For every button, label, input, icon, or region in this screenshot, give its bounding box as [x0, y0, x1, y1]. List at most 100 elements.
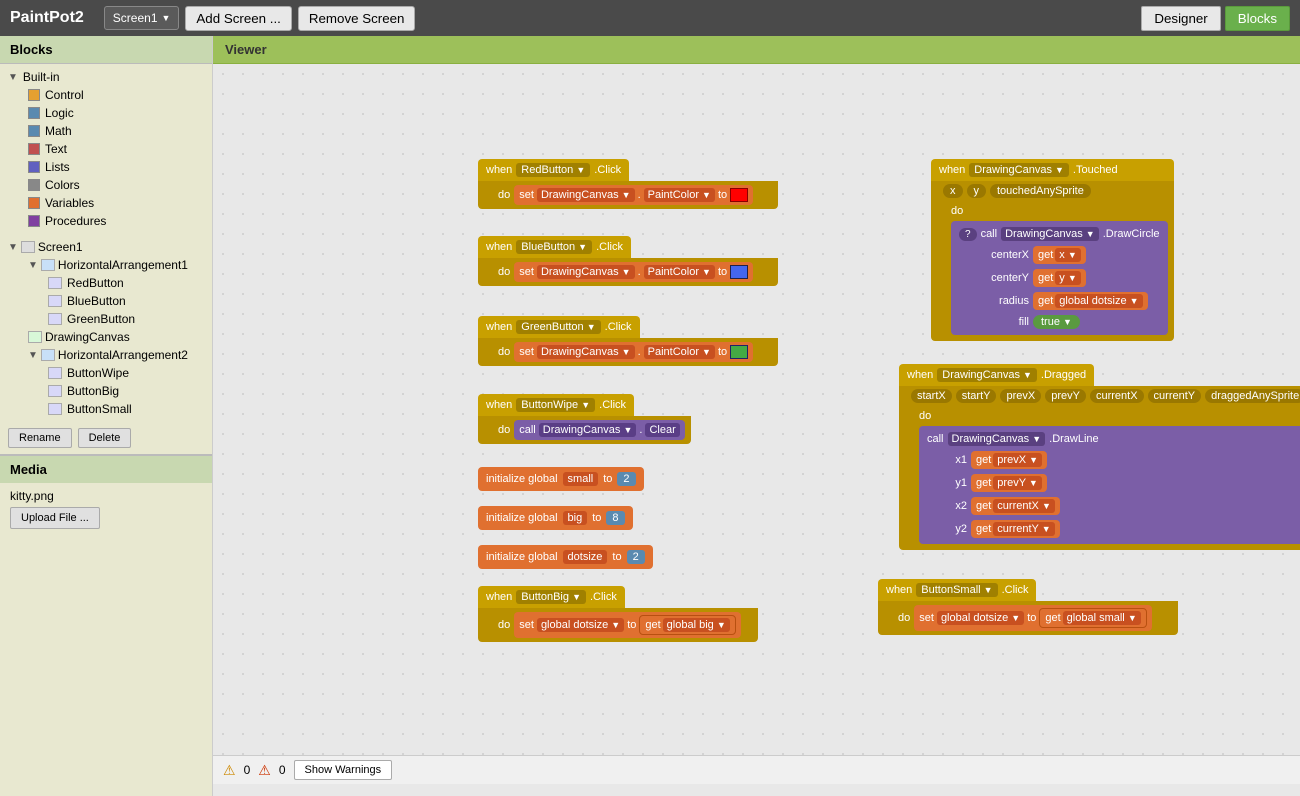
- builtin-items: Control Logic Math Text Lists: [0, 86, 212, 230]
- set-global-dotsize-small[interactable]: set global dotsize ▼ to get global small…: [914, 605, 1151, 631]
- warning-icon-2: ⚠: [258, 762, 271, 779]
- when-label: when: [486, 164, 512, 176]
- set-drawing-canvas-3[interactable]: set DrawingCanvas ▼ . PaintColor ▼ to: [514, 342, 753, 362]
- ha2-children: ButtonWipe ButtonBig ButtonSmall: [20, 364, 212, 418]
- drawing-canvas-item[interactable]: DrawingCanvas: [20, 328, 212, 346]
- button-small-label: ButtonSmall: [67, 402, 132, 416]
- blocks-canvas[interactable]: when RedButton ▼ .Click do set DrawingCa…: [213, 64, 1300, 784]
- upload-button[interactable]: Upload File ...: [10, 507, 100, 529]
- button-small-click-block[interactable]: when ButtonSmall ▼ .Click do set global …: [878, 579, 1178, 635]
- colors-item[interactable]: Colors: [20, 176, 212, 194]
- procedures-item[interactable]: Procedures: [20, 212, 212, 230]
- button-wipe-click-block[interactable]: when ButtonWipe ▼ .Click do call Drawing…: [478, 394, 691, 444]
- red-button-label: RedButton: [67, 276, 124, 290]
- builtin-toggle[interactable]: ▼ Built-in: [0, 68, 212, 86]
- blocks-button[interactable]: Blocks: [1225, 6, 1290, 31]
- warning-bar: ⚠ 0 ⚠ 0 Show Warnings: [213, 755, 1300, 784]
- call-draw-line[interactable]: call DrawingCanvas ▼ .DrawLine x1 get pr…: [919, 426, 1300, 544]
- show-warnings-button[interactable]: Show Warnings: [294, 760, 393, 780]
- screen-label: Screen1: [113, 11, 158, 25]
- set-global-dotsize-big[interactable]: set global dotsize ▼ to get global big ▼: [514, 612, 741, 638]
- ha1-expand-icon: ▼: [28, 260, 38, 271]
- drawing-canvas-dragged-block[interactable]: when DrawingCanvas ▼ .Dragged startX sta…: [899, 364, 1300, 550]
- logic-color: [28, 107, 40, 119]
- media-header: Media: [0, 456, 212, 483]
- control-label: Control: [45, 88, 84, 102]
- procedures-label: Procedures: [45, 214, 106, 228]
- remove-screen-button[interactable]: Remove Screen: [298, 6, 416, 31]
- button-wipe-item[interactable]: ButtonWipe: [40, 364, 212, 382]
- rename-delete-row: Rename Delete: [0, 422, 212, 454]
- text-item[interactable]: Text: [20, 140, 212, 158]
- app-title: PaintPot2: [10, 9, 84, 27]
- button-small-item[interactable]: ButtonSmall: [40, 400, 212, 418]
- screen1-toggle[interactable]: ▼ Screen1: [0, 238, 212, 256]
- designer-button[interactable]: Designer: [1141, 6, 1220, 31]
- builtin-section: ▼ Built-in Control Logic Math T: [0, 64, 212, 234]
- text-color: [28, 143, 40, 155]
- main-layout: Blocks ▼ Built-in Control Logic Math: [0, 36, 1300, 796]
- set-drawing-canvas-1[interactable]: set DrawingCanvas ▼ . PaintColor ▼ to: [514, 185, 753, 205]
- green-button-click-block[interactable]: when GreenButton ▼ .Click do set Drawing…: [478, 316, 778, 366]
- button-small-icon: [48, 403, 62, 415]
- green-color-swatch: [730, 345, 748, 359]
- screen1-expand-icon: ▼: [8, 242, 18, 253]
- procedures-color: [28, 215, 40, 227]
- viewer-header: Viewer: [213, 36, 1300, 64]
- media-content: kitty.png Upload File ...: [0, 483, 212, 535]
- screen1-folder-icon: [21, 241, 35, 253]
- rename-button[interactable]: Rename: [8, 428, 72, 448]
- blocks-header: Blocks: [0, 36, 212, 64]
- blue-button-item[interactable]: BlueButton: [40, 292, 212, 310]
- set-drawing-canvas-2[interactable]: set DrawingCanvas ▼ . PaintColor ▼ to: [514, 262, 753, 282]
- ha1-group: ▼ HorizontalArrangement1 RedButton BlueB…: [0, 256, 212, 328]
- red-button-click-block[interactable]: when RedButton ▼ .Click do set DrawingCa…: [478, 159, 778, 209]
- header: PaintPot2 Screen1 ▼ Add Screen ... Remov…: [0, 0, 1300, 36]
- init-small-block[interactable]: initialize global small to 2: [478, 467, 644, 491]
- blue-color-swatch: [730, 265, 748, 279]
- variables-item[interactable]: Variables: [20, 194, 212, 212]
- lists-item[interactable]: Lists: [20, 158, 212, 176]
- ha2-toggle[interactable]: ▼ HorizontalArrangement2: [20, 346, 212, 364]
- ha2-group: ▼ HorizontalArrangement2 ButtonWipe Butt…: [0, 346, 212, 418]
- blue-button-label: BlueButton: [67, 294, 126, 308]
- drawing-canvas-label: DrawingCanvas: [45, 330, 130, 344]
- small-value: 2: [617, 472, 635, 486]
- logic-item[interactable]: Logic: [20, 104, 212, 122]
- logic-label: Logic: [45, 106, 74, 120]
- call-drawing-canvas-clear[interactable]: call DrawingCanvas ▼ . Clear: [514, 420, 685, 440]
- delete-button[interactable]: Delete: [78, 428, 132, 448]
- colors-color: [28, 179, 40, 191]
- math-label: Math: [45, 124, 72, 138]
- drawing-canvas-icon: [28, 331, 42, 343]
- ha2-label: HorizontalArrangement2: [58, 348, 188, 362]
- button-big-click-block[interactable]: when ButtonBig ▼ .Click do set global do…: [478, 586, 758, 642]
- control-color: [28, 89, 40, 101]
- init-big-block[interactable]: initialize global big to 8: [478, 506, 633, 530]
- green-button-label: GreenButton: [67, 312, 135, 326]
- add-screen-button[interactable]: Add Screen ...: [185, 6, 291, 31]
- screen-dropdown[interactable]: Screen1 ▼: [104, 6, 180, 30]
- colors-label: Colors: [45, 178, 80, 192]
- drawing-canvas-touched-block[interactable]: when DrawingCanvas ▼ .Touched x y touche…: [931, 159, 1174, 341]
- init-dotsize-block[interactable]: initialize global dotsize to 2: [478, 545, 653, 569]
- ha1-label: HorizontalArrangement1: [58, 258, 188, 272]
- green-button-item[interactable]: GreenButton: [40, 310, 212, 328]
- red-button-icon: [48, 277, 62, 289]
- call-draw-circle[interactable]: ? call DrawingCanvas ▼ .DrawCircle cente…: [951, 221, 1168, 335]
- screen1-label: Screen1: [38, 240, 83, 254]
- red-button-label: RedButton ▼: [516, 163, 590, 177]
- button-big-item[interactable]: ButtonBig: [40, 382, 212, 400]
- dotsize-value: 2: [627, 550, 645, 564]
- control-item[interactable]: Control: [20, 86, 212, 104]
- ha1-folder-icon: [41, 259, 55, 271]
- drawing-canvas-group: DrawingCanvas: [0, 328, 212, 346]
- math-item[interactable]: Math: [20, 122, 212, 140]
- ha1-toggle[interactable]: ▼ HorizontalArrangement1: [20, 256, 212, 274]
- big-value: 8: [606, 511, 624, 525]
- click-label: .Click: [594, 164, 621, 176]
- media-section: Media kitty.png Upload File ...: [0, 454, 212, 535]
- red-button-item[interactable]: RedButton: [40, 274, 212, 292]
- blue-button-click-block[interactable]: when BlueButton ▼ .Click do set DrawingC…: [478, 236, 778, 286]
- viewer[interactable]: Viewer when RedButton ▼ .Click: [213, 36, 1300, 796]
